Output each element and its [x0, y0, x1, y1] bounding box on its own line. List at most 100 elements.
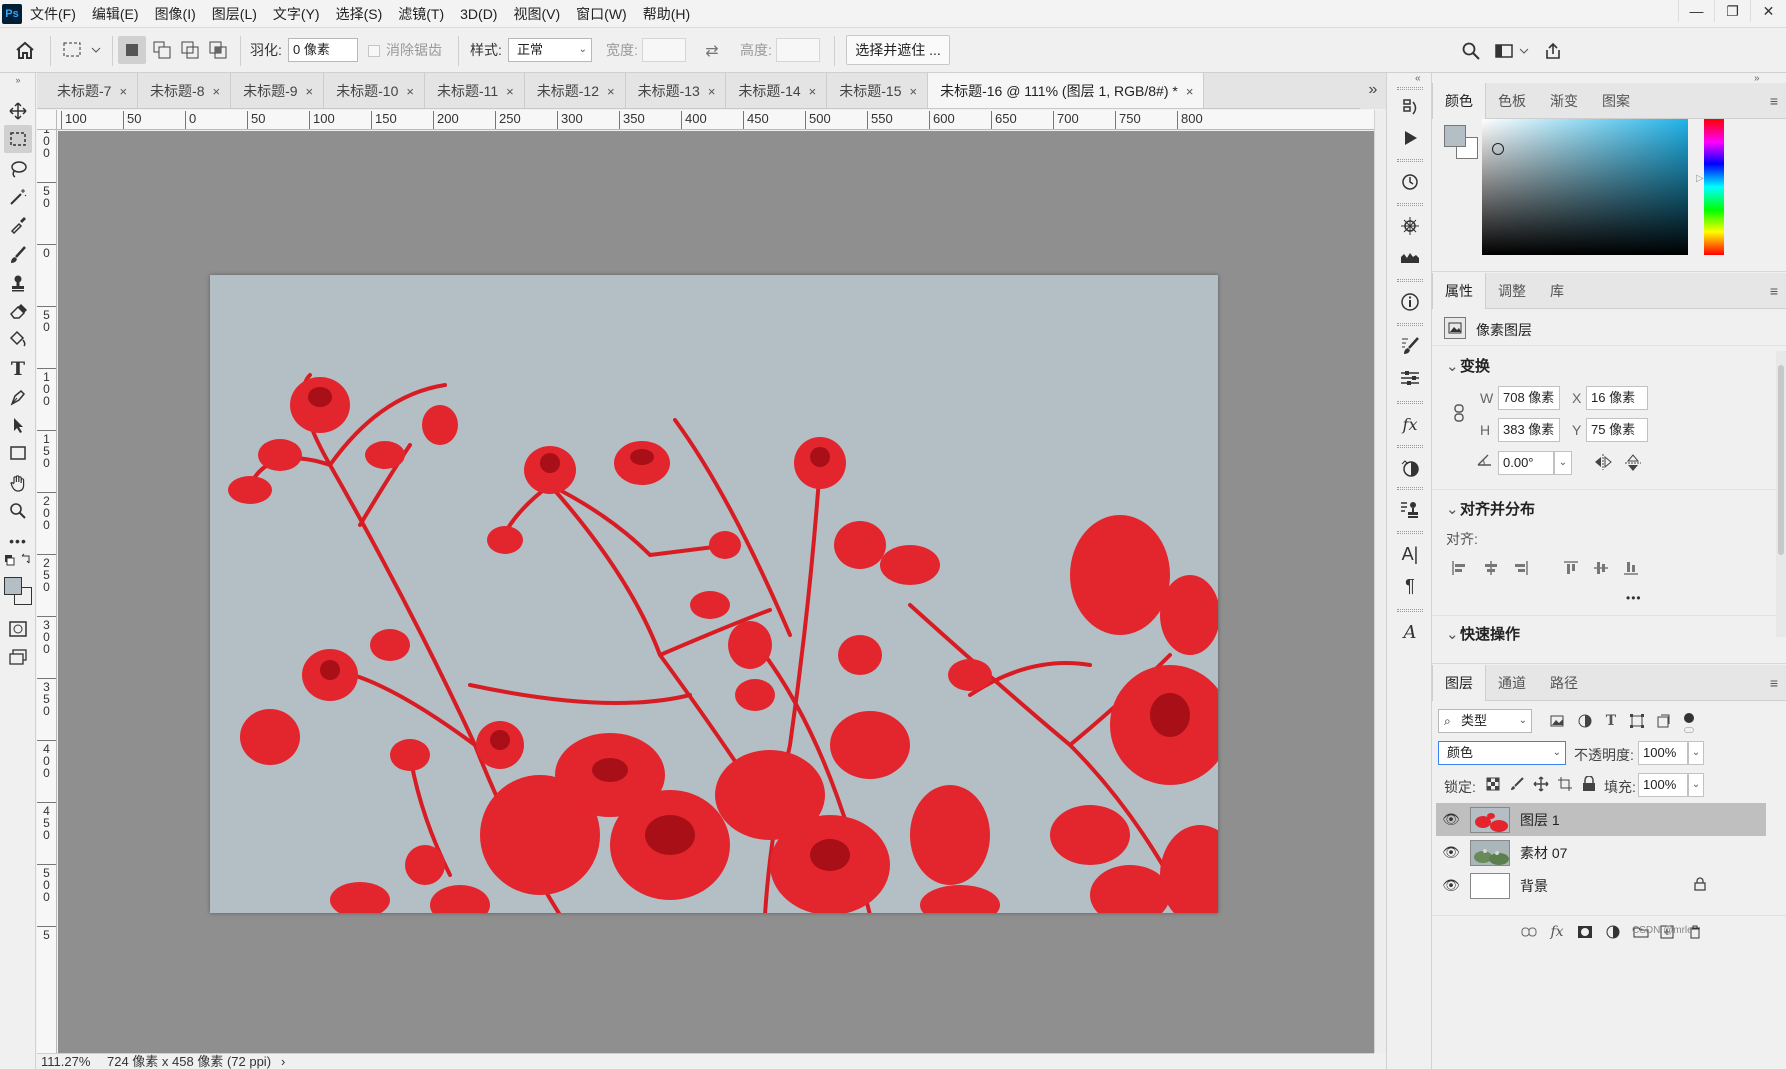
menu-view[interactable]: 视图(V): [505, 0, 568, 28]
dock-grip[interactable]: [1397, 487, 1423, 490]
align-bottom-icon[interactable]: [1620, 557, 1642, 579]
align-right-icon[interactable]: [1510, 557, 1532, 579]
brush-tool-icon[interactable]: [4, 241, 32, 269]
blend-mode-select[interactable]: 颜色 ⌄: [1438, 741, 1566, 765]
tab-untitled-11[interactable]: 未标题-11 ×: [424, 73, 525, 108]
filter-type-icon[interactable]: T: [1600, 710, 1622, 732]
gradient-tool-icon[interactable]: [4, 325, 32, 353]
fill-field[interactable]: 100%: [1638, 773, 1688, 797]
tab-untitled-7[interactable]: 未标题-7 ×: [37, 73, 139, 108]
tab-layers[interactable]: 图层: [1432, 665, 1486, 701]
lasso-tool-icon[interactable]: [4, 155, 32, 183]
more-options-icon[interactable]: •••: [1626, 591, 1642, 605]
visibility-eye-icon[interactable]: 👁: [1436, 844, 1466, 861]
color-swatches[interactable]: [4, 577, 32, 609]
history-icon[interactable]: [1395, 167, 1425, 197]
path-select-tool-icon[interactable]: [4, 411, 32, 439]
layer-filter-select[interactable]: ⌕ 类型 ⌄: [1438, 709, 1532, 733]
y-field[interactable]: 75 像素: [1586, 418, 1648, 442]
dock-grip[interactable]: [1397, 445, 1423, 448]
document-canvas[interactable]: [210, 275, 1218, 913]
panel-menu-icon[interactable]: ≡: [1770, 283, 1778, 299]
move-tool-icon[interactable]: [4, 97, 32, 125]
info-icon[interactable]: [1395, 287, 1425, 317]
tab-untitled-10[interactable]: 未标题-10 ×: [324, 73, 425, 108]
filter-adjustment-icon[interactable]: [1574, 710, 1596, 732]
close-icon[interactable]: ×: [119, 84, 127, 99]
tab-untitled-14[interactable]: 未标题-14 ×: [726, 73, 828, 108]
panel-menu-icon[interactable]: ≡: [1770, 93, 1778, 109]
rect-marquee-tool-icon[interactable]: [4, 125, 32, 153]
filter-shape-icon[interactable]: [1626, 710, 1648, 732]
glyphs-icon[interactable]: A: [1395, 617, 1425, 647]
brush-settings-icon[interactable]: [1395, 331, 1425, 361]
layer-row-layer1[interactable]: 👁 图层 1: [1436, 803, 1766, 836]
new-selection-icon[interactable]: [118, 36, 146, 64]
close-icon[interactable]: ×: [809, 84, 817, 99]
histogram-icon[interactable]: [1395, 241, 1425, 271]
menu-window[interactable]: 窗口(W): [568, 0, 635, 28]
tab-swatches[interactable]: 色板: [1486, 83, 1538, 119]
tabs-overflow-icon[interactable]: »: [1360, 73, 1386, 109]
play-icon[interactable]: [1395, 123, 1425, 153]
quick-mask-icon[interactable]: [4, 615, 32, 643]
color-picker-cursor[interactable]: [1492, 143, 1504, 155]
chevron-down-icon[interactable]: ⌄: [1688, 741, 1704, 765]
align-vcenter-icon[interactable]: [1590, 557, 1612, 579]
close-icon[interactable]: ×: [406, 84, 414, 99]
workspace-icon[interactable]: [1492, 38, 1532, 64]
tab-untitled-8[interactable]: 未标题-8 ×: [138, 73, 232, 108]
menu-edit[interactable]: 编辑(E): [84, 0, 147, 28]
close-icon[interactable]: ×: [909, 84, 917, 99]
chevron-down-icon[interactable]: ⌄: [1554, 451, 1572, 475]
navigator-icon[interactable]: [1395, 211, 1425, 241]
lock-position-icon[interactable]: [1530, 773, 1552, 795]
pen-tool-icon[interactable]: [4, 383, 32, 411]
menu-type[interactable]: 文字(Y): [265, 0, 328, 28]
lock-transparent-icon[interactable]: [1482, 773, 1504, 795]
color-picker-field[interactable]: [1482, 119, 1688, 255]
actions-history-icon[interactable]: [1395, 93, 1425, 123]
tab-untitled-12[interactable]: 未标题-12 ×: [524, 73, 626, 108]
character-icon[interactable]: A|: [1395, 539, 1425, 569]
tab-untitled-15[interactable]: 未标题-15 ×: [827, 73, 929, 108]
swap-colors-icon[interactable]: [4, 551, 32, 569]
screen-mode-icon[interactable]: [4, 643, 32, 671]
dock-grip[interactable]: [1397, 203, 1423, 206]
height-field[interactable]: 383 像素: [1498, 418, 1560, 442]
layer-row-background[interactable]: 👁 背景: [1436, 869, 1766, 902]
marquee-preset-icon[interactable]: [60, 35, 104, 65]
collapse-arrows-icon[interactable]: »: [4, 75, 32, 85]
visibility-eye-icon[interactable]: 👁: [1436, 811, 1466, 828]
dock-grip[interactable]: [1397, 159, 1423, 162]
tab-adjustments[interactable]: 调整: [1486, 273, 1538, 309]
flip-horizontal-icon[interactable]: [1592, 453, 1614, 473]
menu-filter[interactable]: 滤镜(T): [390, 0, 452, 28]
dock-grip[interactable]: [1397, 279, 1423, 282]
style-select[interactable]: 正常 ⌄: [508, 38, 592, 62]
menu-image[interactable]: 图像(I): [147, 0, 204, 28]
tab-channels[interactable]: 通道: [1486, 665, 1538, 701]
width-field[interactable]: 708 像素: [1498, 386, 1560, 410]
quick-actions-section[interactable]: ⌄快速操作: [1446, 623, 1520, 644]
opacity-field[interactable]: 100%: [1638, 741, 1688, 765]
swap-arrows-icon[interactable]: ⇄: [700, 40, 724, 62]
canvas-area[interactable]: [58, 131, 1374, 1053]
restore-button[interactable]: ❐: [1714, 0, 1750, 22]
collapse-dock-icon[interactable]: «: [1415, 73, 1421, 84]
close-icon[interactable]: ×: [213, 84, 221, 99]
lock-pixels-icon[interactable]: [1506, 773, 1528, 795]
add-mask-icon[interactable]: [1574, 921, 1596, 943]
feather-input[interactable]: 0 像素: [288, 38, 358, 62]
magic-wand-tool-icon[interactable]: [4, 183, 32, 211]
tab-untitled-16-active[interactable]: 未标题-16 @ 111% (图层 1, RGB/8#) * ×: [928, 73, 1205, 108]
chevron-down-icon[interactable]: ⌄: [1688, 773, 1704, 797]
lock-artboard-icon[interactable]: [1554, 773, 1576, 795]
tool-presets-icon[interactable]: [1395, 495, 1425, 525]
align-section[interactable]: ⌄对齐并分布: [1446, 498, 1535, 519]
transform-section[interactable]: ⌄变换: [1446, 355, 1490, 376]
close-icon[interactable]: ×: [607, 84, 615, 99]
tab-untitled-13[interactable]: 未标题-13 ×: [625, 73, 727, 108]
align-top-icon[interactable]: [1560, 557, 1582, 579]
close-icon[interactable]: ×: [1186, 84, 1194, 99]
